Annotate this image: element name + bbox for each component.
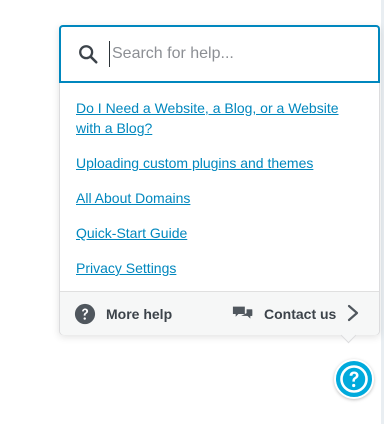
popover-footer: More help Contact us	[60, 291, 379, 335]
help-link[interactable]: Privacy Settings	[76, 258, 366, 278]
search-icon	[79, 45, 98, 64]
chevron-right-icon[interactable]	[346, 304, 360, 322]
page: Do I Need a Website, a Blog, or a Websit…	[0, 0, 384, 424]
search-input[interactable]	[109, 41, 368, 67]
help-links-list: Do I Need a Website, a Blog, or a Websit…	[76, 98, 366, 293]
help-popover: Do I Need a Website, a Blog, or a Websit…	[59, 25, 380, 335]
contact-us-button[interactable]: Contact us	[232, 292, 336, 335]
search-box[interactable]	[60, 26, 379, 82]
help-link[interactable]: Quick-Start Guide	[76, 223, 366, 243]
help-button[interactable]	[334, 359, 374, 399]
more-help-label: More help	[106, 305, 173, 322]
help-link[interactable]: Uploading custom plugins and themes	[76, 153, 366, 173]
help-link[interactable]: All About Domains	[76, 188, 366, 208]
question-circle-icon	[74, 303, 96, 324]
help-link[interactable]: Do I Need a Website, a Blog, or a Websit…	[76, 98, 366, 138]
more-help-button[interactable]: More help	[74, 292, 172, 335]
chat-bubbles-icon	[232, 306, 253, 319]
help-question-icon	[340, 365, 368, 393]
contact-us-label: Contact us	[264, 305, 337, 322]
